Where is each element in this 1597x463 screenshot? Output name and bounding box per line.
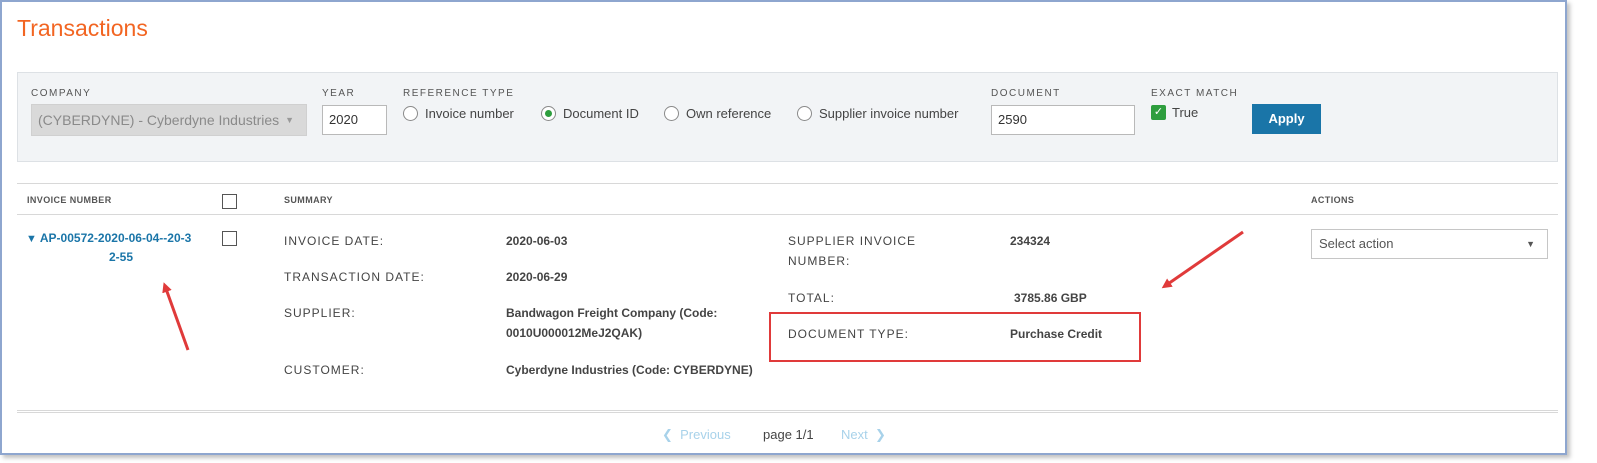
- supplier-invoice-number-value: 234324: [1010, 234, 1051, 248]
- radio-label: Invoice number: [425, 106, 514, 121]
- page-title: Transactions: [17, 15, 148, 41]
- company-label: COMPANY: [31, 88, 92, 99]
- supplier-invoice-number-label-line1: SUPPLIER INVOICE: [788, 234, 917, 248]
- select-all-checkbox[interactable]: [222, 194, 237, 209]
- filter-panel: COMPANY (CYBERDYNE) - Cyberdyne Industri…: [17, 72, 1558, 162]
- exact-match-checkbox[interactable]: ✓ True: [1151, 105, 1198, 120]
- action-select[interactable]: Select action ▼: [1311, 229, 1548, 259]
- next-button[interactable]: Next ❯: [841, 427, 886, 443]
- radio-circle-icon: [664, 106, 679, 121]
- radio-label: Document ID: [563, 106, 639, 121]
- radio-document-id[interactable]: Document ID: [541, 106, 639, 121]
- invoice-date-value: 2020-06-03: [506, 234, 568, 248]
- exact-match-label: EXACT MATCH: [1151, 88, 1239, 99]
- radio-invoice-number[interactable]: Invoice number: [403, 106, 514, 121]
- company-select-value: (CYBERDYNE) - Cyberdyne Industries: [38, 112, 280, 128]
- header-summary: SUMMARY: [284, 195, 333, 205]
- company-select: (CYBERDYNE) - Cyberdyne Industries ▼: [31, 104, 307, 136]
- annotation-highlight-box: [769, 312, 1141, 362]
- radio-label: Supplier invoice number: [819, 106, 959, 121]
- table-bottom-divider: [17, 410, 1558, 413]
- row-checkbox[interactable]: [222, 231, 237, 246]
- chevron-down-icon: ▼: [285, 115, 294, 125]
- next-label: Next: [841, 427, 868, 442]
- radio-supplier-invoice-number[interactable]: Supplier invoice number: [797, 106, 958, 121]
- year-input[interactable]: 2020: [322, 105, 387, 135]
- reference-type-label: REFERENCE TYPE: [403, 88, 515, 99]
- chevron-down-icon[interactable]: ▼: [26, 230, 37, 248]
- header-actions: ACTIONS: [1311, 195, 1355, 205]
- table-top-divider: [17, 183, 1558, 184]
- total-label: TOTAL:: [788, 291, 835, 305]
- action-select-placeholder: Select action: [1319, 236, 1394, 251]
- radio-circle-icon: [403, 106, 418, 121]
- previous-label: Previous: [680, 427, 731, 442]
- radio-label: Own reference: [686, 106, 772, 121]
- exact-match-value: True: [1172, 105, 1199, 120]
- chevron-right-icon: ❯: [874, 427, 886, 442]
- supplier-value-line2: 0010U000012MeJ2QAK): [506, 326, 643, 340]
- table-header-divider: [17, 214, 1558, 215]
- invoice-number-line1[interactable]: AP-00572-2020-06-04--20-3: [40, 231, 191, 245]
- chevron-left-icon: ❮: [662, 427, 673, 442]
- transactions-window: Transactions COMPANY (CYBERDYNE) - Cyber…: [0, 0, 1567, 455]
- invoice-number-line2[interactable]: 2-55: [26, 248, 216, 266]
- chevron-down-icon: ▼: [1526, 239, 1535, 249]
- supplier-value-line1: Bandwagon Freight Company (Code:: [506, 306, 718, 320]
- customer-label: CUSTOMER:: [284, 363, 365, 377]
- document-label: DOCUMENT: [991, 88, 1061, 99]
- transaction-date-label: TRANSACTION DATE:: [284, 270, 425, 284]
- invoice-number-link[interactable]: ▼ AP-00572-2020-06-04--20-3 2-55: [26, 229, 206, 266]
- supplier-label: SUPPLIER:: [284, 306, 356, 320]
- supplier-invoice-number-label-line2: NUMBER:: [788, 254, 851, 268]
- customer-value: Cyberdyne Industries (Code: CYBERDYNE): [506, 363, 753, 377]
- header-invoice-number: INVOICE NUMBER: [27, 195, 112, 205]
- total-value: 3785.86 GBP: [1014, 291, 1087, 305]
- page-indicator: page 1/1: [763, 427, 814, 442]
- transaction-date-value: 2020-06-29: [506, 270, 568, 284]
- radio-own-reference[interactable]: Own reference: [664, 106, 771, 121]
- apply-button[interactable]: Apply: [1252, 104, 1321, 134]
- document-input[interactable]: 2590: [991, 105, 1135, 135]
- invoice-date-label: INVOICE DATE:: [284, 234, 385, 248]
- radio-circle-icon: [797, 106, 812, 121]
- radio-selected-icon: [541, 106, 556, 121]
- year-label: YEAR: [322, 88, 356, 99]
- previous-button[interactable]: ❮ Previous: [662, 427, 731, 443]
- check-icon: ✓: [1151, 105, 1166, 120]
